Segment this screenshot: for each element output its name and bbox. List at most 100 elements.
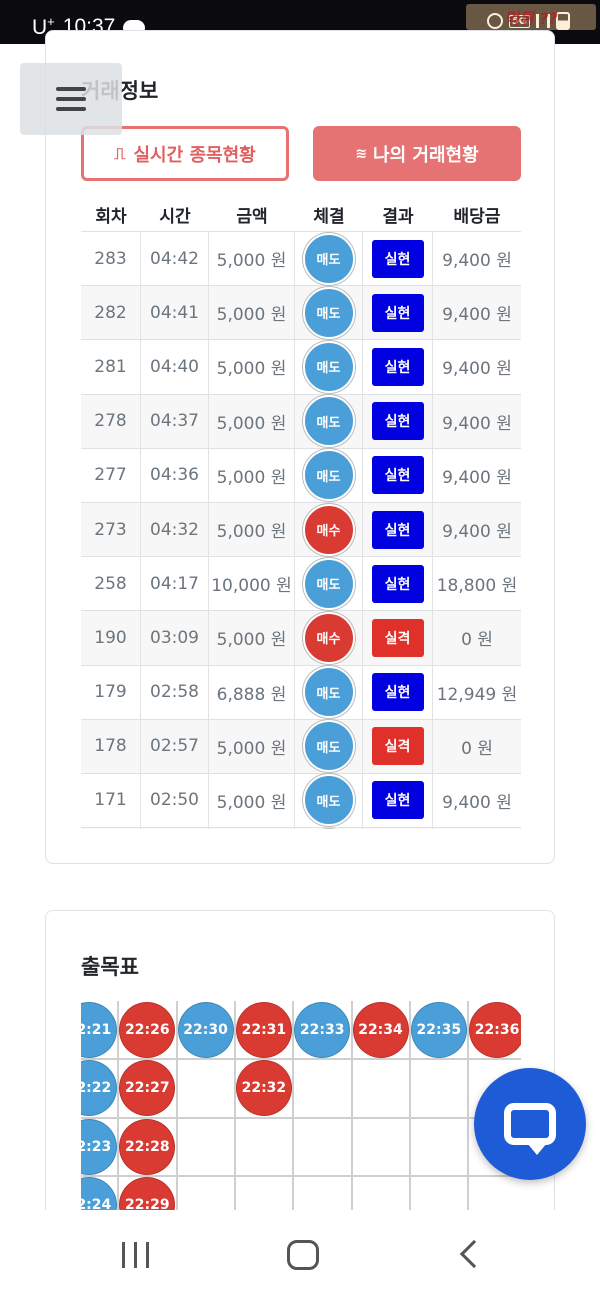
amount-cell: 6,888 원 [209,665,295,719]
results-board-title: 출목표 [81,955,139,979]
table-body[interactable]: 283 04:42 5,000 원 매도 실현 9,400 원 282 04:41 5,000 … [81,231,521,829]
round-cell: 282 [81,286,141,340]
time-cell: 04:32 [141,502,209,557]
time-cell: 03:09 [141,611,209,665]
column-header: 시간 [159,206,191,227]
result-cell: 실격 [363,719,433,773]
sell-result-ball: 22:22 [81,1060,117,1117]
my-trades-button[interactable]: ≋ 나의 거래현황 [313,126,521,181]
sell-result-ball: 22:30 [177,1002,234,1058]
sell-result-ball: 22:35 [410,1002,467,1058]
column-header: 체결 [313,206,345,227]
recent-apps-button[interactable] [122,1242,149,1268]
buy-result-ball: 22:28 [119,1118,176,1175]
round-cell: 178 [81,719,141,773]
round-cell: 179 [81,665,141,719]
trade-table: 회차 시간 금액 체결 결과 배당금 283 04:42 5,000 원 매도 실현 9,… [81,199,521,829]
trade-button-row: ⎍ 실시간 종목현황 ≋ 나의 거래현황 [81,126,521,181]
menu-button[interactable] [20,63,122,135]
payout-cell: 9,400 원 [442,413,512,434]
buy-badge: 매수 [302,503,355,556]
realtime-status-label: 실시간 종목현황 [133,144,256,166]
time-cell: 02:50 [141,773,209,828]
payout-cell: 9,400 원 [442,359,512,380]
buy-result-ball: 22:36 [469,1002,521,1058]
time-cell: 02:58 [141,665,209,719]
amount-cell: 5,000 원 [209,719,295,773]
pulse-icon: ⎍ [114,143,126,163]
navigation-bar [0,1210,600,1300]
result-cell: 실현 [363,286,433,340]
disqualified-badge: 실격 [371,727,424,766]
my-trades-label: 나의 거래현황 [373,144,479,166]
chat-bubble-icon [504,1103,556,1155]
sell-badge: 매도 [302,395,355,448]
round-cell: 281 [81,340,141,394]
table-row: 258 04:17 10,000 원 매도 실현 18,800 원 [81,557,521,612]
realized-badge: 실현 [371,781,424,820]
table-header: 회차 시간 금액 체결 결과 배당금 [81,199,521,229]
sell-badge: 매도 [302,666,355,719]
execution-cell: 매수 [295,611,363,665]
result-cell: 실현 [363,232,433,286]
amount-cell: 5,000 원 [209,232,295,286]
hamburger-icon [56,87,86,111]
table-row: 282 04:41 5,000 원 매도 실현 9,400 원 [81,286,521,341]
time-cell: 04:40 [141,340,209,394]
column-header: 회차 [95,206,127,227]
amount-cell: 5,000 원 [209,773,295,828]
execution-cell: 매도 [295,665,363,719]
sell-badge: 매도 [302,340,355,393]
payout-cell: 9,400 원 [442,792,512,813]
sell-result-ball: 22:21 [81,1002,117,1058]
sell-badge: 매도 [302,557,355,610]
table-row: 278 04:37 5,000 원 매도 실현 9,400 원 [81,394,521,449]
buy-result-ball: 22:27 [119,1060,176,1117]
result-cell: 실현 [363,665,433,719]
payout-cell: 12,949 원 [436,684,518,705]
time-cell: 04:36 [141,448,209,502]
table-row: 171 02:50 5,000 원 매도 실현 9,400 원 [81,773,521,829]
payout-cell: 9,400 원 [442,251,512,272]
table-row: 273 04:32 5,000 원 매수 실현 9,400 원 [81,502,521,558]
payout-cell [433,828,521,829]
result-cell: 실현 [363,557,433,611]
execution-cell [295,828,363,829]
buy-result-ball: 22:31 [235,1002,292,1058]
sell-badge: 매도 [302,449,355,502]
round-cell: 278 [81,394,141,448]
chat-button[interactable] [474,1068,586,1180]
time-cell: 04:41 [141,286,209,340]
table-row: 190 03:09 5,000 원 매수 실격 0 원 [81,611,521,666]
amount-cell: 5,000 원 [209,502,295,557]
table-row: 277 04:36 5,000 원 매도 실현 9,400 원 [81,448,521,503]
amount-cell: 10,000 원 [209,557,295,611]
sell-badge: 매도 [302,232,355,285]
amount-cell: 5,000 원 [209,394,295,448]
table-row: 281 04:40 5,000 원 매도 실현 9,400 원 [81,340,521,395]
back-button[interactable] [459,1239,489,1269]
column-header: 배당금 [453,206,501,227]
amount-cell: 5,000 원 [209,611,295,665]
buy-result-ball: 22:34 [352,1002,409,1058]
execution-cell: 매도 [295,557,363,611]
execution-cell: 매수 [295,502,363,557]
round-cell: 273 [81,502,141,557]
execution-cell: 매도 [295,286,363,340]
sell-result-ball: 22:33 [294,1002,351,1058]
result-cell: 실현 [363,394,433,448]
execution-cell: 매도 [295,773,363,828]
table-row: 179 02:58 6,888 원 매도 실현 12,949 원 [81,665,521,720]
result-cell [363,828,433,829]
results-grid[interactable]: 22:2122:2222:2322:2422:2622:2722:2822:29… [81,1001,521,1231]
execution-cell: 매도 [295,448,363,502]
buy-result-ball: 22:26 [119,1002,176,1058]
round-cell: 277 [81,448,141,502]
payout-cell: 0 원 [461,738,493,759]
sell-badge: 매도 [302,286,355,339]
home-button[interactable] [287,1240,319,1270]
amount-cell: 5,000 원 [209,448,295,502]
realized-badge: 실현 [371,456,424,495]
waves-icon: ≋ [355,145,367,162]
sell-result-ball: 22:23 [81,1118,117,1175]
